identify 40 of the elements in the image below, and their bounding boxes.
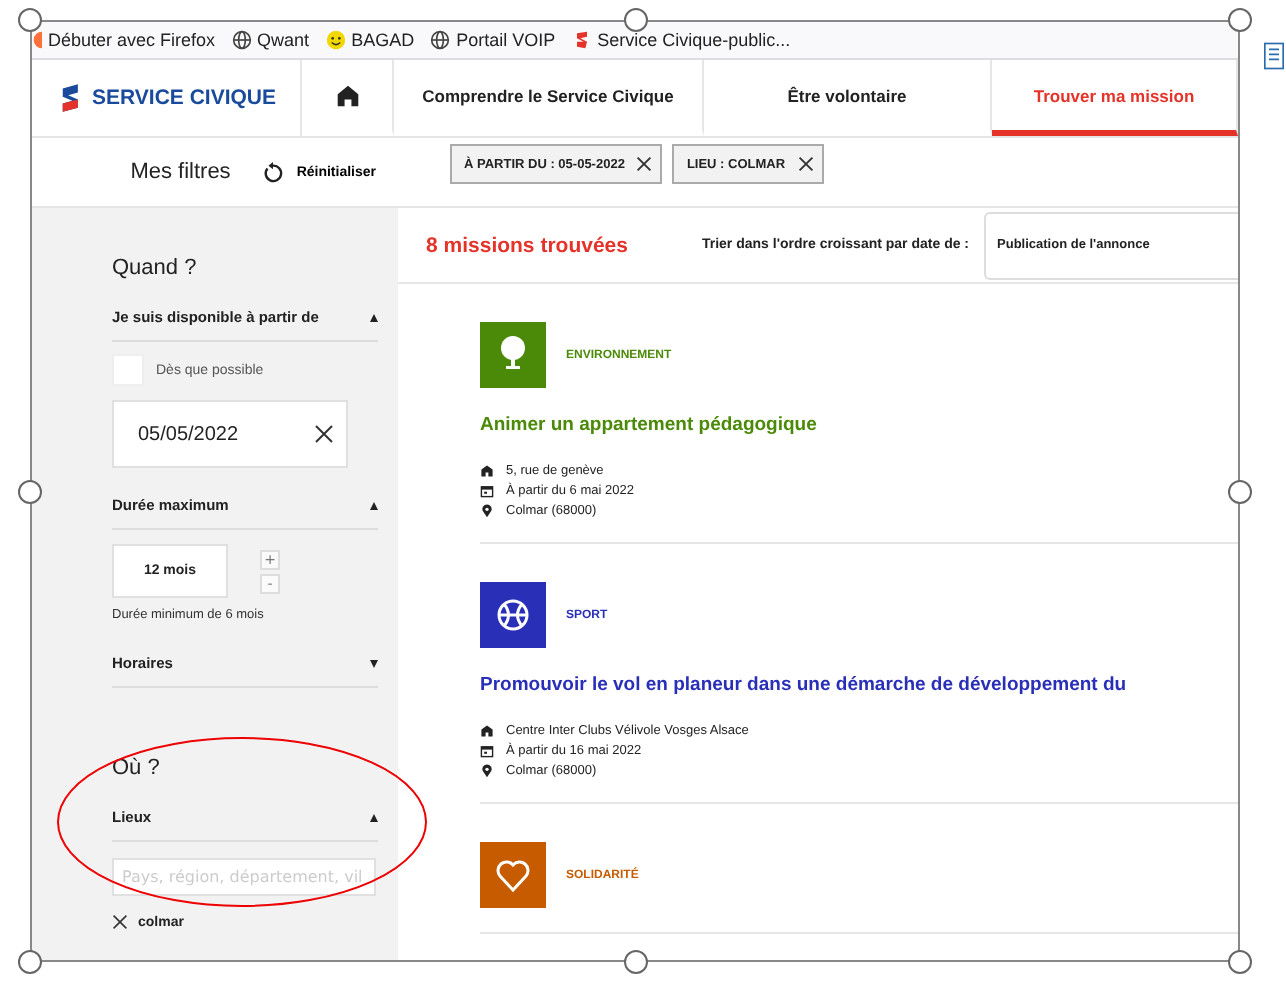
resize-handle[interactable]: [18, 950, 42, 974]
section-heading: Quand ?: [112, 256, 199, 280]
bookmark-link[interactable]: BAGAD: [325, 30, 415, 50]
site-logo[interactable]: SERVICE CIVIQUE: [32, 60, 302, 136]
calendar-icon: [480, 484, 494, 498]
results-count: 8 missions trouvées: [426, 233, 628, 257]
building-icon: [480, 724, 494, 738]
date-field[interactable]: 05/05/2022: [112, 400, 348, 468]
resize-handle[interactable]: [623, 8, 647, 32]
site-logo-icon: [571, 30, 592, 50]
mission-title-link[interactable]: Promouvoir le vol en planeur dans une démarche de développement du: [480, 674, 1127, 696]
layout-options-icon[interactable]: [1264, 40, 1284, 72]
bookmark-link[interactable]: Qwant: [231, 30, 310, 50]
filters-title: Mes filtres: [130, 160, 231, 184]
calendar-icon: [480, 744, 494, 758]
close-icon: [797, 156, 814, 172]
bookmark-link[interactable]: Service Civique-public...: [571, 30, 791, 50]
location-pin-icon: [480, 764, 494, 778]
location-pin-icon: [480, 504, 494, 518]
resize-handle[interactable]: [1228, 8, 1252, 32]
bookmark-link[interactable]: Débuter avec Firefox: [32, 30, 216, 50]
resize-handle[interactable]: [1228, 950, 1252, 974]
building-icon: [480, 464, 494, 478]
reset-icon: [262, 161, 285, 183]
mission-title-link[interactable]: Animer un appartement pédagogique: [480, 414, 817, 436]
globe-icon: [430, 30, 451, 50]
remove-icon: [112, 914, 128, 930]
section-heading: Où ?: [112, 756, 162, 780]
smiley-icon: [325, 30, 346, 50]
resize-handle[interactable]: [18, 8, 42, 32]
browser-logo-icon: [32, 30, 42, 50]
resize-handle[interactable]: [18, 479, 42, 503]
close-icon: [636, 156, 653, 172]
home-icon: [335, 83, 359, 107]
clear-icon: [314, 424, 334, 444]
globe-icon: [231, 30, 252, 50]
nav-tab[interactable]: Être volontaire: [704, 60, 992, 136]
bookmark-link[interactable]: Portail VOIP: [430, 30, 556, 50]
nav-tab[interactable]: Trouver ma mission: [992, 60, 1238, 136]
nav-tab[interactable]: Comprendre le Service Civique: [394, 60, 704, 136]
